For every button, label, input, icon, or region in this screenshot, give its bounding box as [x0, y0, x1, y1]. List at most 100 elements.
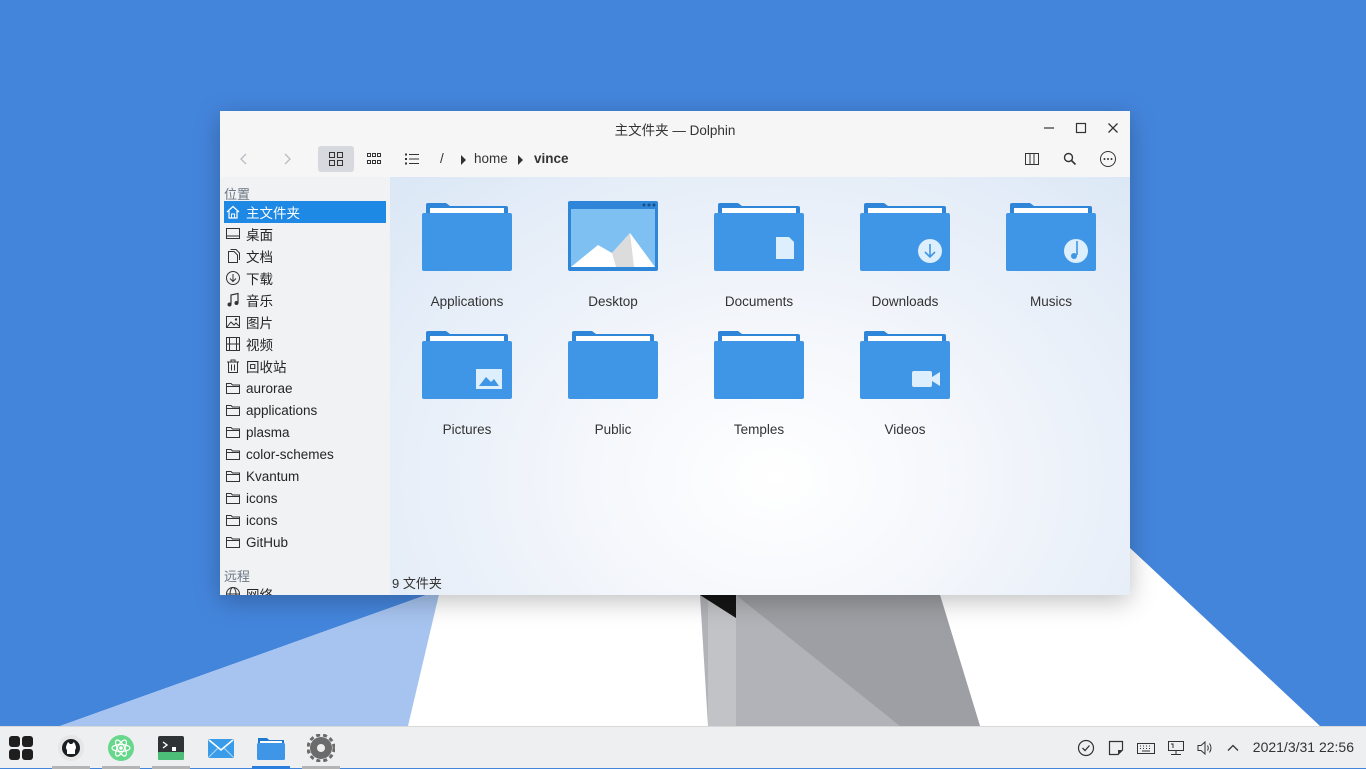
taskbar-app-github[interactable] — [50, 727, 92, 769]
breadcrumb-home[interactable]: home — [474, 151, 508, 166]
place-item-trash[interactable]: 回收站 — [224, 355, 386, 377]
file-item-applications[interactable]: Applications — [407, 201, 527, 321]
pictures-icon — [226, 316, 240, 328]
tray-notes[interactable] — [1106, 738, 1126, 758]
home-icon — [226, 205, 240, 219]
tray-network[interactable] — [1166, 738, 1186, 758]
network-icon — [226, 587, 240, 595]
video-icon — [226, 337, 240, 351]
back-button[interactable] — [227, 146, 261, 172]
file-view[interactable]: Applications Desktop Documents Downloads… — [390, 177, 1130, 595]
file-item-label: Pictures — [442, 422, 492, 437]
clock[interactable]: 2021/3/31 22:56 — [1253, 739, 1354, 755]
pictures-folder-icon — [422, 331, 512, 399]
folder-icon — [226, 515, 240, 526]
videos-folder-icon — [860, 331, 950, 399]
file-item-temples[interactable]: Temples — [699, 329, 819, 449]
menu-button[interactable] — [1091, 146, 1125, 172]
tray-updates[interactable] — [1076, 738, 1096, 758]
split-view-button[interactable] — [1015, 146, 1049, 172]
place-item-color-schemes[interactable]: color-schemes — [224, 443, 386, 465]
grid-view-icon — [329, 152, 343, 166]
taskbar-app-settings[interactable] — [300, 727, 342, 769]
place-item-videos[interactable]: 视频 — [224, 333, 386, 355]
tray-expand[interactable] — [1223, 738, 1243, 758]
details-view-button[interactable] — [395, 146, 429, 172]
place-item-music[interactable]: 音乐 — [224, 289, 386, 311]
place-item-pictures[interactable]: 图片 — [224, 311, 386, 333]
file-item-videos[interactable]: Videos — [845, 329, 965, 449]
place-item-downloads[interactable]: 下载 — [224, 267, 386, 289]
place-item-kvantum[interactable]: Kvantum — [224, 465, 386, 487]
minimize-icon — [1044, 127, 1054, 129]
file-manager-icon — [257, 738, 285, 760]
place-item-icons-2[interactable]: icons — [224, 509, 386, 531]
folder-icon — [568, 331, 658, 399]
icons-view-button[interactable] — [318, 146, 354, 172]
place-item-applications[interactable]: applications — [224, 399, 386, 421]
mail-icon — [208, 739, 234, 758]
atom-icon — [108, 735, 134, 761]
terminal-icon — [158, 736, 184, 760]
folder-icon — [226, 493, 240, 504]
maximize-button[interactable] — [1070, 117, 1092, 139]
file-item-pictures[interactable]: Pictures — [407, 329, 527, 449]
status-bar-text: 9 文件夹 — [392, 576, 442, 591]
place-item-github[interactable]: GitHub — [224, 531, 386, 553]
taskbar: 2021/3/31 22:56 — [0, 726, 1366, 769]
file-item-desktop[interactable]: Desktop — [553, 201, 673, 321]
taskbar-app-atom[interactable] — [100, 727, 142, 769]
minimize-button[interactable] — [1038, 117, 1060, 139]
place-item-label: 下载 — [246, 272, 273, 287]
close-icon — [1108, 123, 1118, 133]
split-view-icon — [1025, 153, 1039, 165]
file-item-public[interactable]: Public — [553, 329, 673, 449]
file-item-downloads[interactable]: Downloads — [845, 201, 965, 321]
taskbar-app-terminal[interactable] — [150, 727, 192, 769]
place-item-aurorae[interactable]: aurorae — [224, 377, 386, 399]
titlebar[interactable]: 主文件夹 — Dolphin — [220, 111, 1130, 143]
place-item-label: GitHub — [246, 534, 289, 550]
place-item-label: color-schemes — [246, 446, 334, 462]
place-item-label: 文档 — [246, 250, 273, 265]
trash-icon — [227, 359, 239, 373]
folder-icon — [226, 471, 240, 482]
place-item-label: 视频 — [246, 338, 273, 353]
folder-icon — [226, 383, 240, 394]
place-item-label: 图片 — [246, 316, 273, 331]
forward-button[interactable] — [270, 146, 304, 172]
place-item-plasma[interactable]: plasma — [224, 421, 386, 443]
breadcrumb-separator-icon[interactable] — [518, 155, 523, 165]
dolphin-window: 主文件夹 — Dolphin / home vince 位置 主文件夹 桌面 文… — [220, 111, 1130, 595]
documents-folder-icon — [714, 203, 804, 271]
close-button[interactable] — [1102, 117, 1124, 139]
place-item-home[interactable]: 主文件夹 — [224, 201, 386, 223]
compact-view-button[interactable] — [357, 146, 391, 172]
file-item-label: Desktop — [588, 294, 638, 309]
download-icon — [226, 271, 240, 285]
check-icon — [1077, 739, 1095, 757]
place-item-desktop[interactable]: 桌面 — [224, 223, 386, 245]
tray-keyboard[interactable] — [1136, 738, 1156, 758]
place-item-network[interactable]: 网络 — [224, 583, 386, 595]
place-item-label: plasma — [246, 424, 290, 440]
taskbar-app-mail[interactable] — [200, 727, 242, 769]
place-item-icons[interactable]: icons — [224, 487, 386, 509]
place-item-label: 主文件夹 — [246, 206, 300, 221]
file-item-musics[interactable]: Musics — [991, 201, 1111, 321]
search-button[interactable] — [1053, 146, 1087, 172]
tray-volume[interactable] — [1195, 738, 1215, 758]
place-item-documents[interactable]: 文档 — [224, 245, 386, 267]
notes-icon — [1108, 740, 1124, 756]
taskbar-app-dolphin[interactable] — [250, 727, 292, 769]
folder-icon — [714, 331, 804, 399]
breadcrumb-separator-icon[interactable] — [461, 155, 466, 165]
file-item-documents[interactable]: Documents — [699, 201, 819, 321]
music-folder-icon — [1006, 203, 1096, 271]
breadcrumb-root[interactable]: / — [440, 151, 444, 166]
start-menu-button[interactable] — [0, 727, 42, 769]
maximize-icon — [1075, 122, 1087, 134]
chevron-left-icon — [240, 153, 247, 165]
place-item-label: 音乐 — [246, 294, 273, 309]
breadcrumb-current[interactable]: vince — [534, 151, 569, 166]
